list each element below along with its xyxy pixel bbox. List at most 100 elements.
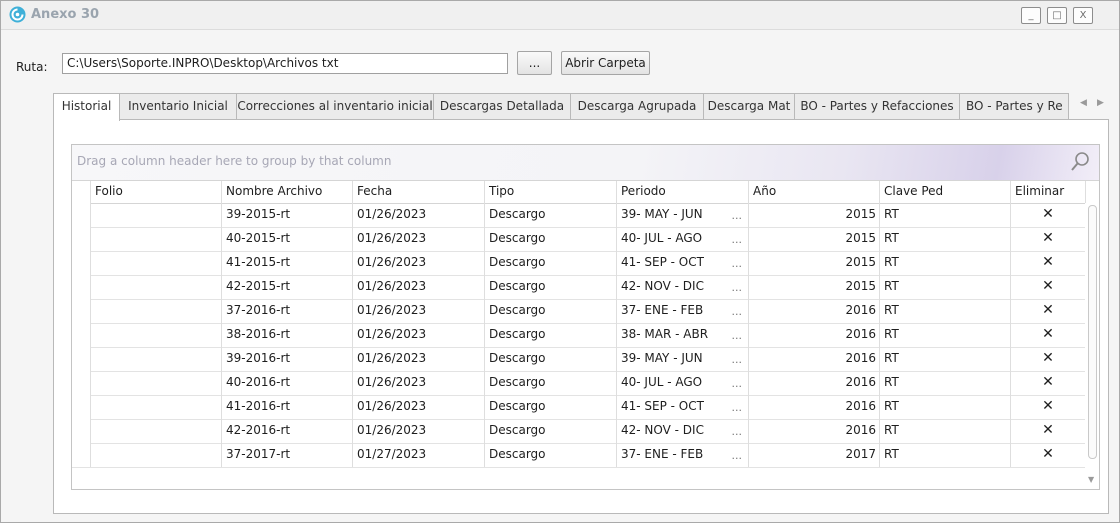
tab-inventario-inicial[interactable]: Inventario Inicial bbox=[119, 93, 237, 119]
cell-fecha[interactable]: 01/26/2023 bbox=[353, 395, 485, 419]
cell-fecha[interactable]: 01/26/2023 bbox=[353, 323, 485, 347]
cell-clave-ped[interactable]: RT bbox=[880, 395, 1011, 419]
ruta-path-field[interactable]: C:\Users\Soporte.INPRO\Desktop\Archivos … bbox=[62, 53, 508, 74]
cell-anio[interactable]: 2016 bbox=[749, 347, 880, 371]
tab-descarga-agrupada[interactable]: Descarga Agrupada bbox=[570, 93, 704, 119]
cell-nombre-archivo[interactable]: 41-2016-rt bbox=[222, 395, 353, 419]
column-header-clave-ped[interactable]: Clave Ped bbox=[880, 181, 1011, 203]
row-indicator[interactable] bbox=[72, 299, 91, 323]
row-indicator[interactable] bbox=[72, 347, 91, 371]
cell-periodo[interactable]: 42- NOV - DIC... bbox=[617, 275, 749, 299]
cell-nombre-archivo[interactable]: 39-2016-rt bbox=[222, 347, 353, 371]
cell-periodo[interactable]: 39- MAY - JUN... bbox=[617, 203, 749, 227]
row-indicator[interactable] bbox=[72, 275, 91, 299]
cell-folio[interactable] bbox=[91, 347, 222, 371]
cell-folio[interactable] bbox=[91, 371, 222, 395]
cell-periodo[interactable]: 41- SEP - OCT... bbox=[617, 251, 749, 275]
cell-clave-ped[interactable]: RT bbox=[880, 419, 1011, 443]
cell-tipo[interactable]: Descargo bbox=[485, 275, 617, 299]
table-row[interactable]: 40-2016-rt 01/26/2023 Descargo 40- JUL - AG… bbox=[72, 371, 1086, 396]
periodo-dropdown-button[interactable]: ... bbox=[732, 204, 743, 227]
cell-clave-ped[interactable]: RT bbox=[880, 347, 1011, 371]
table-row[interactable]: 37-2017-rt 01/27/2023 Descargo 37- ENE - FE… bbox=[72, 443, 1086, 468]
cell-tipo[interactable]: Descargo bbox=[485, 203, 617, 227]
row-indicator[interactable] bbox=[72, 203, 91, 227]
delete-row-icon[interactable]: ✕ bbox=[1011, 275, 1086, 299]
cell-tipo[interactable]: Descargo bbox=[485, 323, 617, 347]
cell-tipo[interactable]: Descargo bbox=[485, 299, 617, 323]
periodo-dropdown-button[interactable]: ... bbox=[732, 300, 743, 323]
column-header-eliminar[interactable]: Eliminar bbox=[1011, 181, 1086, 203]
cell-folio[interactable] bbox=[91, 443, 222, 467]
cell-fecha[interactable]: 01/26/2023 bbox=[353, 347, 485, 371]
delete-row-icon[interactable]: ✕ bbox=[1011, 419, 1086, 443]
cell-nombre-archivo[interactable]: 40-2016-rt bbox=[222, 371, 353, 395]
vertical-scrollbar[interactable]: ▼ bbox=[1085, 203, 1099, 489]
cell-periodo[interactable]: 40- JUL - AGO... bbox=[617, 371, 749, 395]
minimize-button[interactable]: _ bbox=[1021, 7, 1041, 24]
column-header-fecha[interactable]: Fecha bbox=[353, 181, 485, 203]
search-icon[interactable] bbox=[1070, 150, 1092, 174]
row-indicator[interactable] bbox=[72, 443, 91, 467]
row-indicator[interactable] bbox=[72, 251, 91, 275]
cell-clave-ped[interactable]: RT bbox=[880, 275, 1011, 299]
cell-clave-ped[interactable]: RT bbox=[880, 299, 1011, 323]
cell-nombre-archivo[interactable]: 39-2015-rt bbox=[222, 203, 353, 227]
cell-anio[interactable]: 2015 bbox=[749, 275, 880, 299]
cell-anio[interactable]: 2016 bbox=[749, 299, 880, 323]
tab-descargas-detallada[interactable]: Descargas Detallada bbox=[433, 93, 571, 119]
cell-nombre-archivo[interactable]: 41-2015-rt bbox=[222, 251, 353, 275]
cell-clave-ped[interactable]: RT bbox=[880, 227, 1011, 251]
periodo-dropdown-button[interactable]: ... bbox=[732, 276, 743, 299]
table-row[interactable]: 40-2015-rt 01/26/2023 Descargo 40- JUL - AG… bbox=[72, 227, 1086, 252]
cell-fecha[interactable]: 01/26/2023 bbox=[353, 227, 485, 251]
cell-fecha[interactable]: 01/26/2023 bbox=[353, 251, 485, 275]
cell-fecha[interactable]: 01/26/2023 bbox=[353, 371, 485, 395]
periodo-dropdown-button[interactable]: ... bbox=[732, 228, 743, 251]
cell-folio[interactable] bbox=[91, 251, 222, 275]
cell-periodo[interactable]: 37- ENE - FEB... bbox=[617, 443, 749, 467]
cell-clave-ped[interactable]: RT bbox=[880, 443, 1011, 467]
cell-periodo[interactable]: 39- MAY - JUN... bbox=[617, 347, 749, 371]
column-header-anio[interactable]: Año bbox=[749, 181, 880, 203]
periodo-dropdown-button[interactable]: ... bbox=[732, 372, 743, 395]
table-row[interactable]: 41-2016-rt 01/26/2023 Descargo 41- SEP - OC… bbox=[72, 395, 1086, 420]
periodo-dropdown-button[interactable]: ... bbox=[732, 396, 743, 419]
table-row[interactable]: 39-2016-rt 01/26/2023 Descargo 39- MAY - JU… bbox=[72, 347, 1086, 372]
cell-clave-ped[interactable]: RT bbox=[880, 251, 1011, 275]
periodo-dropdown-button[interactable]: ... bbox=[732, 444, 743, 467]
delete-row-icon[interactable]: ✕ bbox=[1011, 299, 1086, 323]
cell-nombre-archivo[interactable]: 40-2015-rt bbox=[222, 227, 353, 251]
cell-anio[interactable]: 2016 bbox=[749, 371, 880, 395]
cell-nombre-archivo[interactable]: 38-2016-rt bbox=[222, 323, 353, 347]
cell-anio[interactable]: 2015 bbox=[749, 227, 880, 251]
cell-periodo[interactable]: 38- MAR - ABR... bbox=[617, 323, 749, 347]
cell-folio[interactable] bbox=[91, 203, 222, 227]
cell-folio[interactable] bbox=[91, 323, 222, 347]
cell-folio[interactable] bbox=[91, 275, 222, 299]
table-row[interactable]: 39-2015-rt 01/26/2023 Descargo 39- MAY - JU… bbox=[72, 203, 1086, 228]
browse-button[interactable]: ... bbox=[517, 51, 552, 75]
row-indicator[interactable] bbox=[72, 395, 91, 419]
tab-scroll-right-icon[interactable]: ▶ bbox=[1097, 98, 1104, 108]
cell-fecha[interactable]: 01/26/2023 bbox=[353, 203, 485, 227]
cell-tipo[interactable]: Descargo bbox=[485, 371, 617, 395]
cell-tipo[interactable]: Descargo bbox=[485, 395, 617, 419]
periodo-dropdown-button[interactable]: ... bbox=[732, 348, 743, 371]
tab-bo-partes-refacciones[interactable]: BO - Partes y Refacciones bbox=[794, 93, 960, 119]
cell-periodo[interactable]: 40- JUL - AGO... bbox=[617, 227, 749, 251]
tab-descarga-mat[interactable]: Descarga Mat bbox=[703, 93, 795, 119]
row-indicator[interactable] bbox=[72, 371, 91, 395]
periodo-dropdown-button[interactable]: ... bbox=[732, 420, 743, 443]
table-row[interactable]: 42-2015-rt 01/26/2023 Descargo 42- NOV - DI… bbox=[72, 275, 1086, 300]
scroll-down-icon[interactable]: ▼ bbox=[1088, 475, 1094, 484]
cell-periodo[interactable]: 41- SEP - OCT... bbox=[617, 395, 749, 419]
cell-fecha[interactable]: 01/26/2023 bbox=[353, 299, 485, 323]
tab-scroll-left-icon[interactable]: ◀ bbox=[1080, 98, 1087, 108]
delete-row-icon[interactable]: ✕ bbox=[1011, 227, 1086, 251]
close-button[interactable]: X bbox=[1073, 7, 1093, 24]
cell-periodo[interactable]: 37- ENE - FEB... bbox=[617, 299, 749, 323]
column-header-tipo[interactable]: Tipo bbox=[485, 181, 617, 203]
cell-folio[interactable] bbox=[91, 227, 222, 251]
delete-row-icon[interactable]: ✕ bbox=[1011, 347, 1086, 371]
